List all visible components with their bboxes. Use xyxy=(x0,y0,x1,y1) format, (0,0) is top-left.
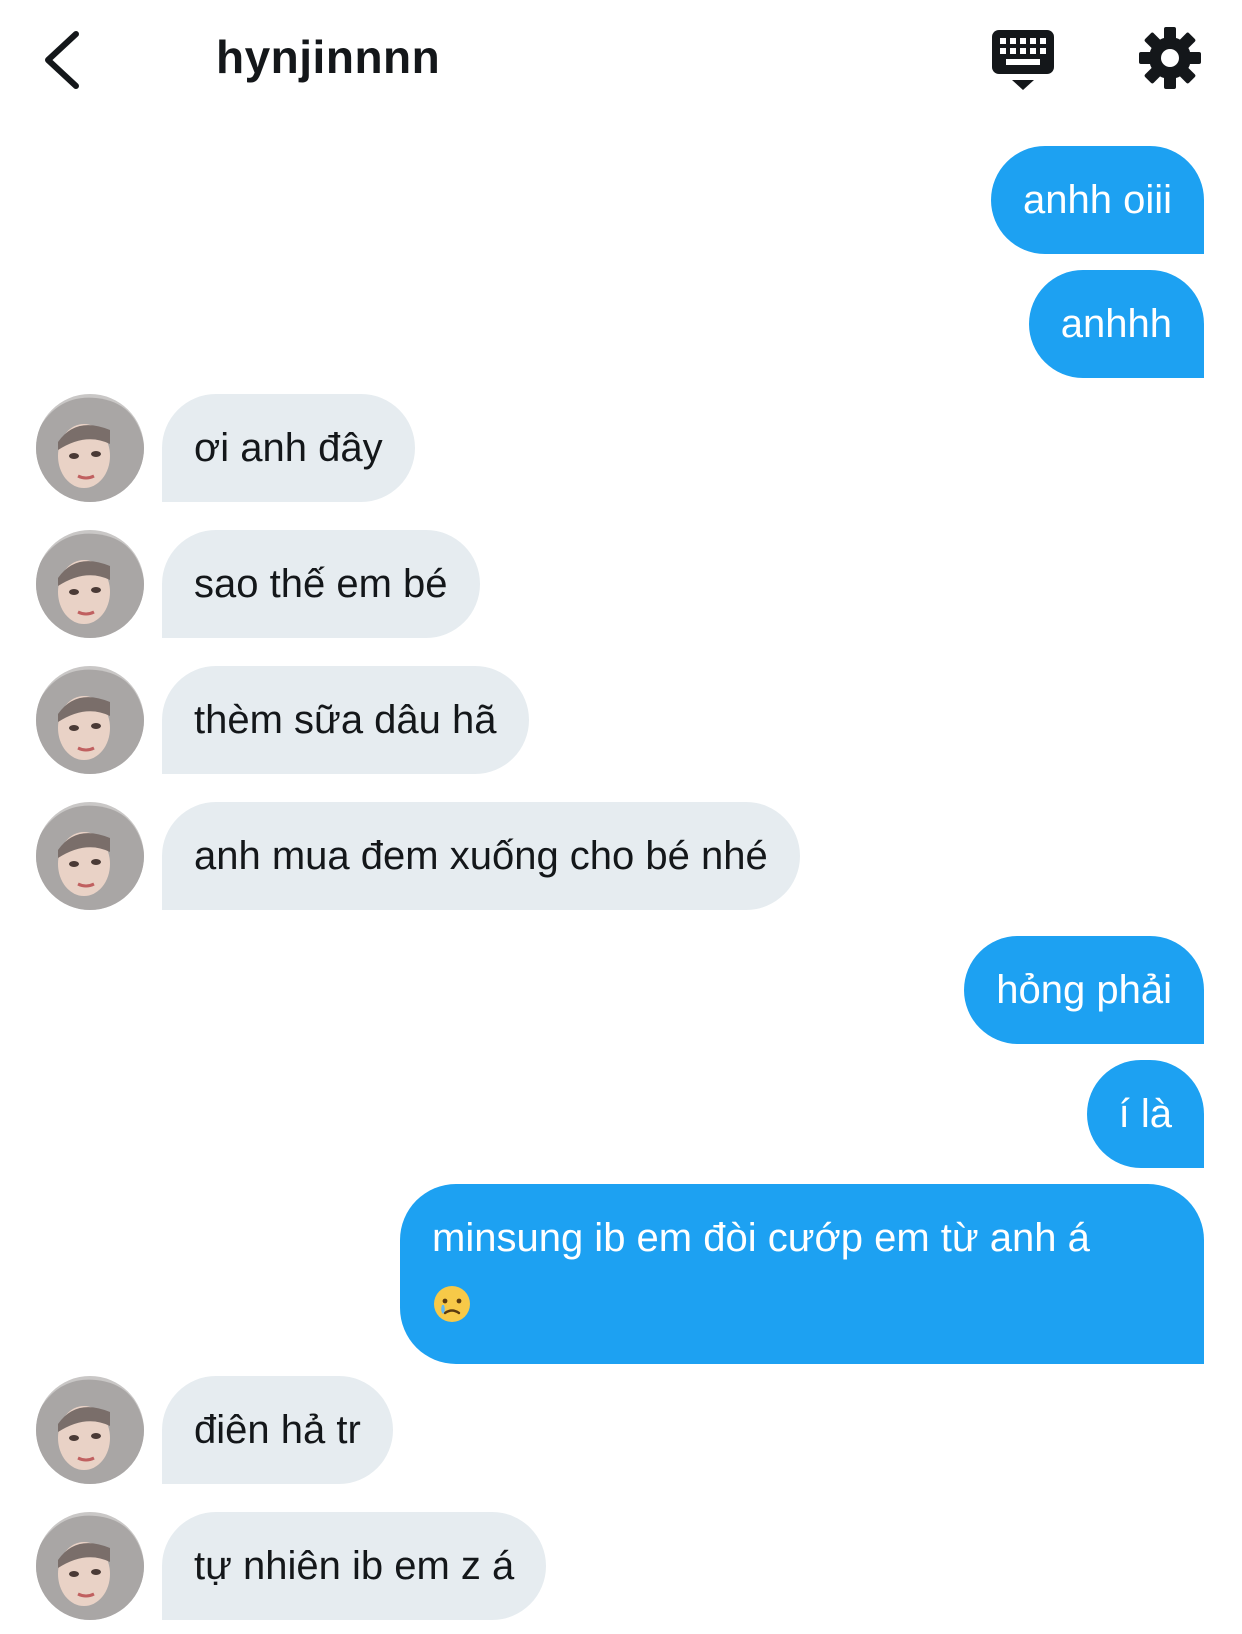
back-button[interactable] xyxy=(38,28,88,92)
message-bubble-outgoing[interactable]: anhhh xyxy=(1028,270,1204,378)
message-text: hỏng phải xyxy=(996,968,1172,1012)
message-text: điên hả tr xyxy=(194,1408,361,1452)
message-text: ơi anh đây xyxy=(194,426,383,470)
message-bubble-outgoing[interactable]: minsung ib em đòi cướp em từ anh á xyxy=(400,1184,1204,1364)
message-bubble-incoming[interactable]: thèm sữa dâu hã xyxy=(162,666,529,774)
chevron-left-icon xyxy=(45,31,79,89)
message-text: anhh oiii xyxy=(1022,178,1172,222)
crying-face-emoji xyxy=(434,1286,470,1323)
message-text: anhhh xyxy=(1060,302,1172,346)
message-bubble-incoming[interactable]: anh mua đem xuống cho bé nhé xyxy=(162,802,800,910)
conversation-header: hynjinnnn xyxy=(0,0,1242,120)
message-text: anh mua đem xuống cho bé nhé xyxy=(194,834,768,878)
message-text: tự nhiên ib em z á xyxy=(194,1544,515,1588)
conversation-title: hynjinnnn xyxy=(216,31,441,83)
message-bubble-outgoing[interactable]: anhh oiii xyxy=(990,146,1204,254)
message-text: sao thế em bé xyxy=(194,562,448,606)
avatar[interactable] xyxy=(36,1376,144,1484)
settings-button[interactable] xyxy=(1136,24,1204,92)
message-text: minsung ib em đòi cướp em từ anh á xyxy=(432,1216,1090,1260)
message-bubble-outgoing[interactable]: í là xyxy=(1086,1060,1204,1168)
message-bubble-incoming[interactable]: sao thế em bé xyxy=(162,530,480,638)
message-bubble-incoming[interactable]: điên hả tr xyxy=(162,1376,393,1484)
avatar[interactable] xyxy=(36,666,144,774)
keyboard-icon xyxy=(992,30,1054,90)
avatar[interactable] xyxy=(36,802,144,910)
keyboard-button[interactable] xyxy=(988,28,1058,94)
message-text: thèm sữa dâu hã xyxy=(194,698,497,742)
avatar[interactable] xyxy=(36,394,144,502)
message-bubble-incoming[interactable]: tự nhiên ib em z á xyxy=(162,1512,547,1620)
avatar[interactable] xyxy=(36,1512,144,1620)
message-text: í là xyxy=(1118,1092,1172,1136)
message-bubble-incoming[interactable]: ơi anh đây xyxy=(162,394,415,502)
gear-icon xyxy=(1139,27,1201,89)
avatar[interactable] xyxy=(36,530,144,638)
message-bubble-outgoing[interactable]: hỏng phải xyxy=(964,936,1204,1044)
